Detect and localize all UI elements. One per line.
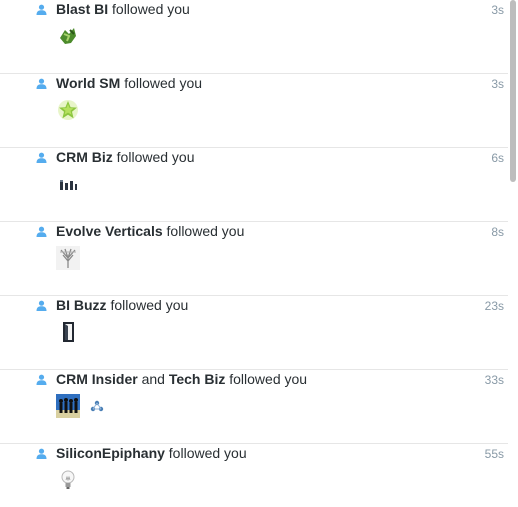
person-icon <box>36 152 47 163</box>
network-avatar-icon[interactable] <box>88 397 106 415</box>
connector-text: and <box>141 371 165 387</box>
person-icon <box>36 226 47 237</box>
timestamp[interactable]: 3s <box>491 76 504 92</box>
avatar-row <box>56 394 106 418</box>
timestamp[interactable]: 6s <box>491 150 504 166</box>
timestamp[interactable]: 23s <box>485 298 504 314</box>
person-icon <box>36 78 47 89</box>
person-icon <box>36 374 47 385</box>
green-star-avatar-icon[interactable] <box>56 98 80 122</box>
user-name-link[interactable]: SiliconEpiphany <box>56 445 165 461</box>
avatar-row <box>56 172 80 196</box>
action-text: followed you <box>116 149 195 165</box>
scrollbar[interactable] <box>508 0 518 507</box>
action-text: followed you <box>110 297 189 313</box>
notifications-feed: Blast BI followed you 3s World SM follow… <box>0 0 518 507</box>
lightbulb-avatar-icon[interactable] <box>56 468 80 492</box>
action-text: followed you <box>124 75 203 91</box>
avatar-row <box>56 320 80 344</box>
notification-text: CRM Insider and Tech Biz followed you <box>56 370 307 388</box>
notification-text: Blast BI followed you <box>56 0 190 18</box>
timestamp[interactable]: 8s <box>491 224 504 240</box>
timestamp[interactable]: 33s <box>485 372 504 388</box>
person-icon <box>36 300 47 311</box>
notification-text: Evolve Verticals followed you <box>56 222 244 240</box>
action-text: followed you <box>112 1 190 17</box>
notification-text: CRM Biz followed you <box>56 148 195 166</box>
notification-item[interactable]: SiliconEpiphany followed you 55s <box>0 444 508 507</box>
avatar-row <box>56 98 80 122</box>
notification-text: SiliconEpiphany followed you <box>56 444 247 462</box>
action-text: followed you <box>166 223 245 239</box>
user-name-link[interactable]: Blast BI <box>56 1 108 17</box>
notification-item[interactable]: Blast BI followed you 3s <box>0 0 508 74</box>
silhouettes-avatar-icon[interactable] <box>56 394 80 418</box>
scrollbar-thumb[interactable] <box>510 0 516 182</box>
person-icon <box>36 448 47 459</box>
user-name-link[interactable]: CRM Biz <box>56 149 113 165</box>
notification-item[interactable]: World SM followed you 3s <box>0 74 508 148</box>
notification-item[interactable]: CRM Insider and Tech Biz followed you 33… <box>0 370 508 444</box>
action-text: followed you <box>168 445 247 461</box>
notification-item[interactable]: Evolve Verticals followed you 8s <box>0 222 508 296</box>
user-name-link[interactable]: Tech Biz <box>169 371 226 387</box>
avatar-row <box>56 468 80 492</box>
notification-text: World SM followed you <box>56 74 202 92</box>
door-avatar-icon[interactable] <box>56 320 80 344</box>
user-name-link[interactable]: CRM Insider <box>56 371 138 387</box>
notification-item[interactable]: BI Buzz followed you 23s <box>0 296 508 370</box>
person-icon <box>36 4 47 15</box>
green-leaf-avatar-icon[interactable] <box>56 24 80 48</box>
user-name-link[interactable]: Evolve Verticals <box>56 223 163 239</box>
timestamp[interactable]: 55s <box>485 446 504 462</box>
branch-avatar-icon[interactable] <box>56 246 80 270</box>
avatar-row <box>56 24 80 48</box>
bar-chart-avatar-icon[interactable] <box>56 172 80 196</box>
notification-text: BI Buzz followed you <box>56 296 188 314</box>
action-text: followed you <box>229 371 308 387</box>
user-name-link[interactable]: BI Buzz <box>56 297 107 313</box>
notification-item[interactable]: CRM Biz followed you 6s <box>0 148 508 222</box>
timestamp[interactable]: 3s <box>491 2 504 18</box>
avatar-row <box>56 246 80 270</box>
user-name-link[interactable]: World SM <box>56 75 120 91</box>
